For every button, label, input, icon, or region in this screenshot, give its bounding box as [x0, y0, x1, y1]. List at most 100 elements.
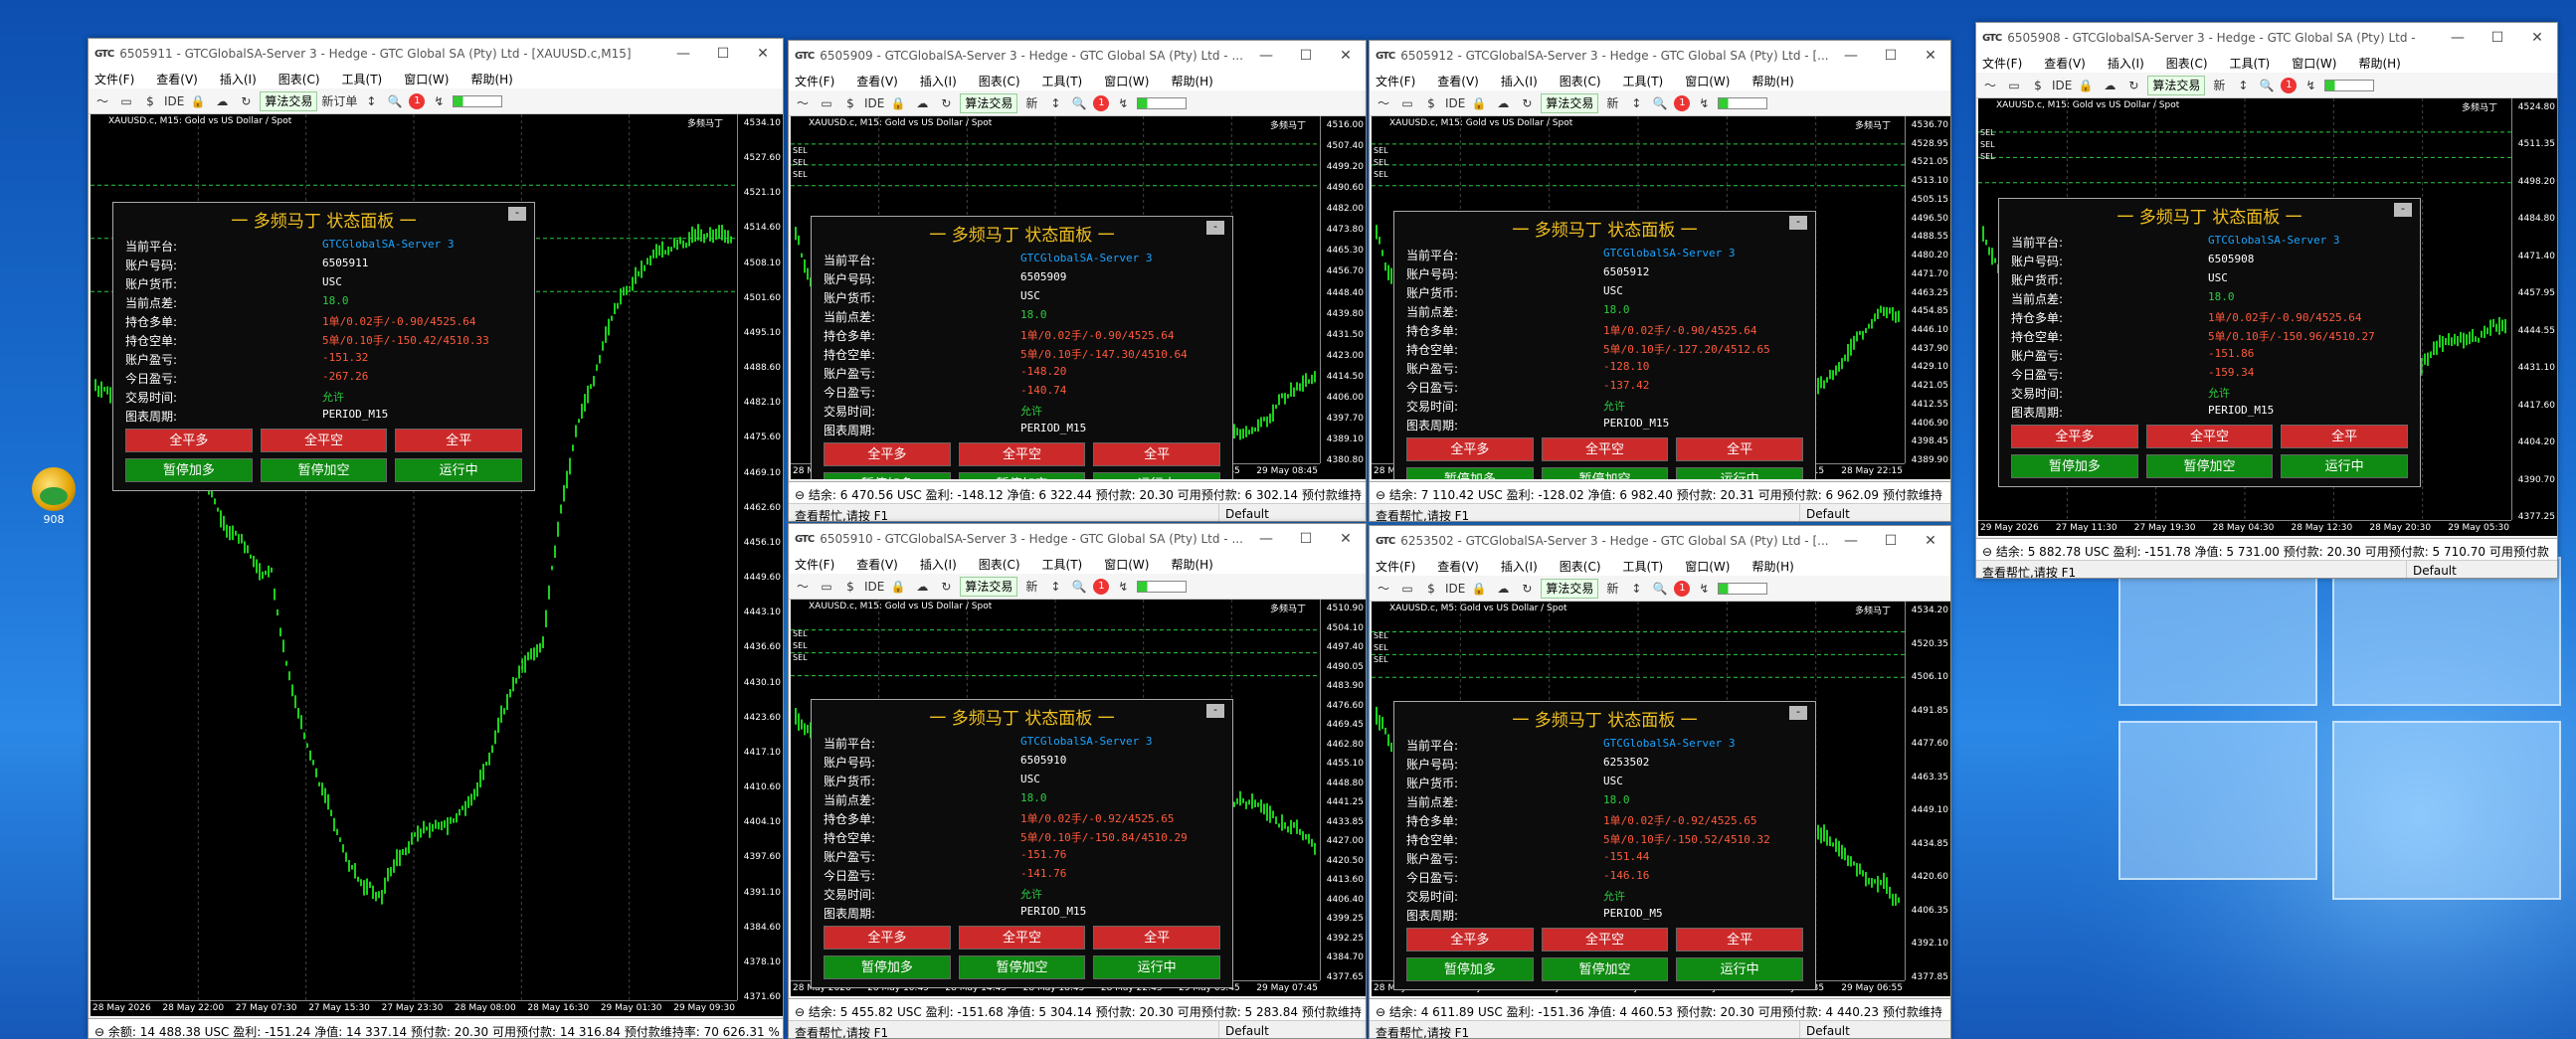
menu-item[interactable]: 帮助(H): [1171, 73, 1212, 89]
menu-item[interactable]: 插入(I): [2108, 55, 2144, 72]
level-meter[interactable]: [1137, 96, 1188, 109]
cloud-icon[interactable]: ☁: [912, 93, 932, 113]
badge-icon[interactable]: 1: [1674, 580, 1691, 597]
close-long-button[interactable]: 全平多: [1406, 928, 1534, 952]
close-short-button[interactable]: 全平空: [260, 429, 388, 452]
ide-button[interactable]: IDE: [164, 91, 184, 111]
window-titlebar[interactable]: GTC 6505910 - GTCGlobalSA-Server 3 - Hedg…: [789, 524, 1366, 554]
refresh-icon[interactable]: ↻: [1517, 579, 1537, 599]
close-all-button[interactable]: 全平: [1093, 442, 1220, 466]
sort-icon[interactable]: ↕: [361, 91, 381, 111]
menu-item[interactable]: 图表(C): [278, 71, 320, 87]
close-long-button[interactable]: 全平多: [2011, 425, 2138, 448]
price-scale[interactable]: 4534.10 4527.60 4521.10 4514.60 4508.10 4501.…: [737, 114, 783, 1002]
algo-trading-button[interactable]: 算法交易: [1541, 578, 1599, 599]
ide-button[interactable]: IDE: [1445, 579, 1465, 599]
chart-area[interactable]: 4516.00 4507.40 4499.20 4490.60 4482.00 4473.…: [791, 116, 1366, 479]
badge-icon[interactable]: 1: [409, 92, 426, 109]
line-chart-icon[interactable]: 〜: [793, 93, 813, 113]
close-button[interactable]: ✕: [743, 46, 783, 62]
price-scale[interactable]: 4516.00 4507.40 4499.20 4490.60 4482.00 4473.…: [1320, 116, 1366, 465]
cloud-icon[interactable]: ☁: [1493, 93, 1513, 113]
close-short-button[interactable]: 全平空: [1541, 928, 1669, 952]
menu-item[interactable]: 文件(F): [1982, 55, 2022, 72]
running-status-button[interactable]: 运行中: [2281, 454, 2408, 478]
dollar-icon[interactable]: $: [140, 91, 160, 111]
window-titlebar[interactable]: GTC 6505912 - GTCGlobalSA-Server 3 - Hedg…: [1370, 41, 1950, 71]
search-icon[interactable]: 🔍: [1650, 93, 1670, 113]
level-meter[interactable]: [1718, 96, 1768, 109]
price-scale[interactable]: 4534.20 4520.35 4506.10 4491.85 4477.60 4463.…: [1905, 602, 1950, 982]
close-button[interactable]: ✕: [1326, 48, 1366, 64]
signal-icon[interactable]: ↯: [429, 91, 449, 111]
maximize-button[interactable]: ☐: [703, 46, 743, 62]
signal-icon[interactable]: ↯: [2300, 76, 2320, 95]
profile-default[interactable]: Default: [1218, 1021, 1275, 1038]
menu-item[interactable]: 插入(I): [1501, 558, 1538, 575]
menu-item[interactable]: 帮助(H): [470, 71, 512, 87]
pause-short-button[interactable]: 暂停加空: [2145, 454, 2274, 478]
window-titlebar[interactable]: GTC 6505908 - GTCGlobalSA-Server 3 - Hedg…: [1976, 23, 2557, 53]
pause-long-button[interactable]: 暂停加多: [2011, 454, 2138, 478]
close-button[interactable]: ✕: [1911, 48, 1950, 64]
chart-type-icon[interactable]: ▭: [817, 577, 836, 597]
chart-type-icon[interactable]: ▭: [1397, 579, 1417, 599]
pause-long-button[interactable]: 暂停加多: [824, 472, 951, 479]
panel-collapse-button[interactable]: -: [2394, 203, 2412, 217]
menu-item[interactable]: 图表(C): [979, 73, 1020, 89]
chart-type-icon[interactable]: ▭: [1397, 93, 1417, 113]
profile-default[interactable]: Default: [2406, 561, 2463, 578]
new-order-button[interactable]: 新: [1021, 577, 1041, 597]
badge-icon[interactable]: 1: [1674, 94, 1691, 111]
algo-trading-button[interactable]: 算法交易: [1541, 92, 1599, 113]
menu-item[interactable]: 窗口(W): [1685, 73, 1730, 89]
account-toggle-icon[interactable]: ⊖: [1376, 1005, 1389, 1019]
maximize-button[interactable]: ☐: [1286, 48, 1326, 64]
price-scale[interactable]: 4536.70 4528.95 4521.05 4513.10 4505.15 4496.…: [1905, 116, 1950, 465]
menu-item[interactable]: 插入(I): [920, 556, 957, 573]
close-short-button[interactable]: 全平空: [2145, 425, 2274, 448]
running-status-button[interactable]: 运行中: [1093, 955, 1220, 979]
menu-item[interactable]: 工具(T): [1042, 556, 1083, 573]
minimize-button[interactable]: —: [663, 46, 703, 62]
cloud-icon[interactable]: ☁: [212, 91, 232, 111]
pause-short-button[interactable]: 暂停加空: [1541, 467, 1669, 479]
search-icon[interactable]: 🔍: [1069, 577, 1089, 597]
panel-collapse-button[interactable]: -: [1789, 216, 1807, 230]
close-button[interactable]: ✕: [1326, 531, 1366, 547]
menu-item[interactable]: 窗口(W): [2292, 55, 2336, 72]
menu-item[interactable]: 图表(C): [1560, 558, 1601, 575]
dollar-icon[interactable]: $: [2028, 76, 2048, 95]
pause-short-button[interactable]: 暂停加空: [260, 458, 388, 482]
minimize-button[interactable]: —: [1831, 533, 1871, 549]
menu-item[interactable]: 图表(C): [979, 556, 1020, 573]
account-toggle-icon[interactable]: ⊖: [1376, 488, 1389, 502]
pause-short-button[interactable]: 暂停加空: [958, 472, 1086, 479]
menu-item[interactable]: 窗口(W): [404, 71, 449, 87]
badge-icon[interactable]: 1: [2281, 77, 2298, 93]
search-icon[interactable]: 🔍: [1069, 93, 1089, 113]
lock-icon[interactable]: 🔒: [1469, 579, 1489, 599]
account-toggle-icon[interactable]: ⊖: [94, 1025, 108, 1038]
ide-button[interactable]: IDE: [864, 577, 884, 597]
signal-icon[interactable]: ↯: [1694, 93, 1714, 113]
pause-short-button[interactable]: 暂停加空: [958, 955, 1086, 979]
menu-item[interactable]: 查看(V): [1437, 558, 1479, 575]
dollar-icon[interactable]: $: [840, 577, 860, 597]
dollar-icon[interactable]: $: [840, 93, 860, 113]
menu-item[interactable]: 插入(I): [1501, 73, 1538, 89]
lock-icon[interactable]: 🔒: [1469, 93, 1489, 113]
close-all-button[interactable]: 全平: [1676, 928, 1803, 952]
refresh-icon[interactable]: ↻: [936, 577, 956, 597]
algo-trading-button[interactable]: 算法交易: [2147, 75, 2206, 95]
sort-icon[interactable]: ↕: [1626, 579, 1646, 599]
line-chart-icon[interactable]: 〜: [1980, 76, 2000, 95]
line-chart-icon[interactable]: 〜: [1374, 93, 1393, 113]
signal-icon[interactable]: ↯: [1113, 577, 1133, 597]
menu-item[interactable]: 窗口(W): [1104, 556, 1149, 573]
close-long-button[interactable]: 全平多: [1406, 437, 1534, 461]
close-button[interactable]: ✕: [1911, 533, 1950, 549]
close-short-button[interactable]: 全平空: [958, 926, 1086, 950]
menu-item[interactable]: 图表(C): [1560, 73, 1601, 89]
sort-icon[interactable]: ↕: [1045, 93, 1065, 113]
